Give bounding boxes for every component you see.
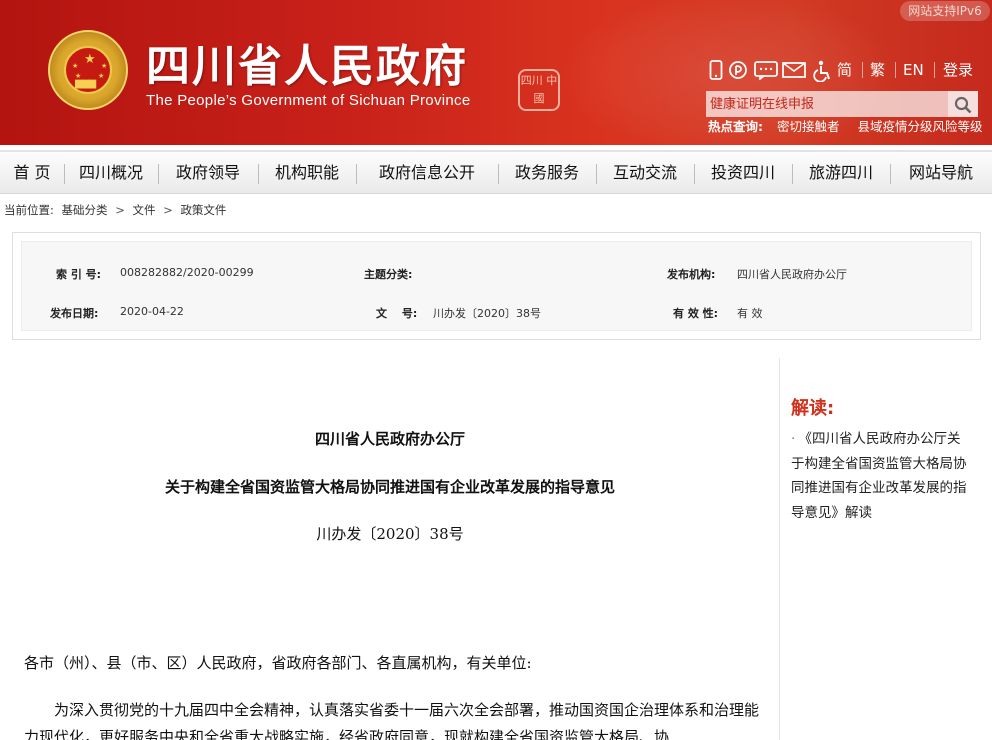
breadcrumb-separator: > — [163, 203, 173, 217]
national-emblem-icon: ★ ★ ★ ★ ★ ▆▆▆ — [48, 30, 128, 110]
breadcrumb-item[interactable]: 政策文件 — [180, 203, 226, 217]
interpretation-link-text[interactable]: 《四川省人民政府办公厅关于构建全省国资监管大格局协同推进国有企业改革发展的指导意… — [791, 431, 967, 521]
header-tools: 简 繁 EN 登录 — [706, 58, 992, 84]
meta-validity-label: 有 效 性: — [673, 307, 719, 320]
document-salutation: 各市（州）、县（市、区）人民政府，省政府各部门、各直属机构，有关单位: — [24, 654, 532, 672]
wechat-icon[interactable] — [754, 60, 778, 81]
nav-item-leaders[interactable]: 政府领导 — [158, 152, 258, 194]
content-divider — [779, 358, 780, 740]
meta-date-label: 发布日期: — [50, 307, 99, 320]
meta-docnum-value: 川办发〔2020〕38号 — [433, 307, 541, 320]
nav-item-functions[interactable]: 机构职能 — [258, 152, 356, 194]
meta-date-value: 2020-04-22 — [120, 305, 184, 318]
nav-item-invest[interactable]: 投资四川 — [694, 152, 792, 194]
search-icon — [954, 94, 972, 113]
breadcrumb-label: 当前位置: — [4, 203, 54, 217]
nav-item-home[interactable]: 首 页 — [0, 152, 64, 194]
weibo-icon[interactable] — [728, 60, 748, 80]
document-body-paragraph: 为深入贯彻党的十九届四中全会精神，认真落实省委十一届六次全会部署，推动国资国企治… — [24, 701, 760, 740]
nav-item-tourism[interactable]: 旅游四川 — [792, 152, 890, 194]
traditional-chinese-link[interactable]: 繁 — [870, 60, 885, 80]
nav-item-overview[interactable]: 四川概况 — [64, 152, 158, 194]
site-title[interactable]: 四川省人民政府 — [146, 30, 468, 94]
meta-topic-label: 主题分类: — [364, 268, 413, 281]
simplified-chinese-link[interactable]: 简 — [837, 60, 852, 80]
breadcrumb: 当前位置: 基础分类 > 文件 > 政策文件 — [4, 202, 230, 218]
mobile-icon[interactable] — [706, 60, 726, 80]
main-nav: 首 页 四川概况 政府领导 机构职能 政府信息公开 政务服务 互动交流 投资四川… — [0, 150, 992, 194]
breadcrumb-item[interactable]: 基础分类 — [62, 203, 108, 217]
site-header: ★ ★ ★ ★ ★ ▆▆▆ 四川省人民政府 The People’s Gover… — [0, 0, 992, 145]
mail-icon[interactable] — [782, 60, 806, 80]
seal-stamp: 四川 中國 — [518, 69, 560, 111]
hot-query-link[interactable]: 县域疫情分级风险等级 — [857, 119, 982, 134]
meta-index-value: 008282882/2020-00299 — [120, 266, 254, 279]
bullet: · — [791, 431, 796, 447]
search-button[interactable] — [948, 91, 978, 117]
breadcrumb-item[interactable]: 文件 — [132, 203, 155, 217]
accessibility-icon[interactable] — [812, 60, 832, 83]
nav-item-sitemap[interactable]: 网站导航 — [890, 152, 992, 194]
interpretation-link[interactable]: · 《四川省人民政府办公厅关于构建全省国资监管大格局协同推进国有企业改革发展的指导… — [791, 427, 971, 525]
interpretation-heading: 解读: — [791, 398, 835, 419]
document-title: 关于构建全省国资监管大格局协同推进国有企业改革发展的指导意见 — [164, 478, 615, 496]
site-subtitle: The People’s Government of Sichuan Provi… — [146, 92, 471, 109]
english-link[interactable]: EN — [903, 60, 924, 80]
document-number: 川办发〔2020〕38号 — [316, 525, 464, 543]
hot-queries: 热点查询: 密切接触者 县域疫情分级风险等级 — [708, 119, 992, 135]
document-meta-box: 索 引 号: 008282882/2020-00299 主题分类: 发布机构: … — [12, 232, 981, 340]
hot-query-link[interactable]: 密切接触者 — [777, 119, 840, 134]
ipv6-badge: 网站支持IPv6 — [900, 1, 990, 21]
meta-docnum-label: 文 号: — [376, 307, 418, 320]
nav-item-info-disclosure[interactable]: 政府信息公开 — [356, 152, 498, 194]
login-link[interactable]: 登录 — [943, 60, 973, 80]
search-input[interactable] — [706, 91, 948, 117]
breadcrumb-separator: > — [115, 203, 125, 217]
meta-index-label: 索 引 号: — [56, 268, 102, 281]
meta-validity-value: 有 效 — [737, 307, 763, 320]
hot-queries-label: 热点查询: — [708, 119, 763, 134]
document-issuer: 四川省人民政府办公厅 — [314, 430, 465, 448]
nav-item-interaction[interactable]: 互动交流 — [596, 152, 694, 194]
meta-publisher-label: 发布机构: — [667, 268, 716, 281]
nav-item-services[interactable]: 政务服务 — [498, 152, 596, 194]
meta-publisher-value: 四川省人民政府办公厅 — [737, 268, 847, 281]
